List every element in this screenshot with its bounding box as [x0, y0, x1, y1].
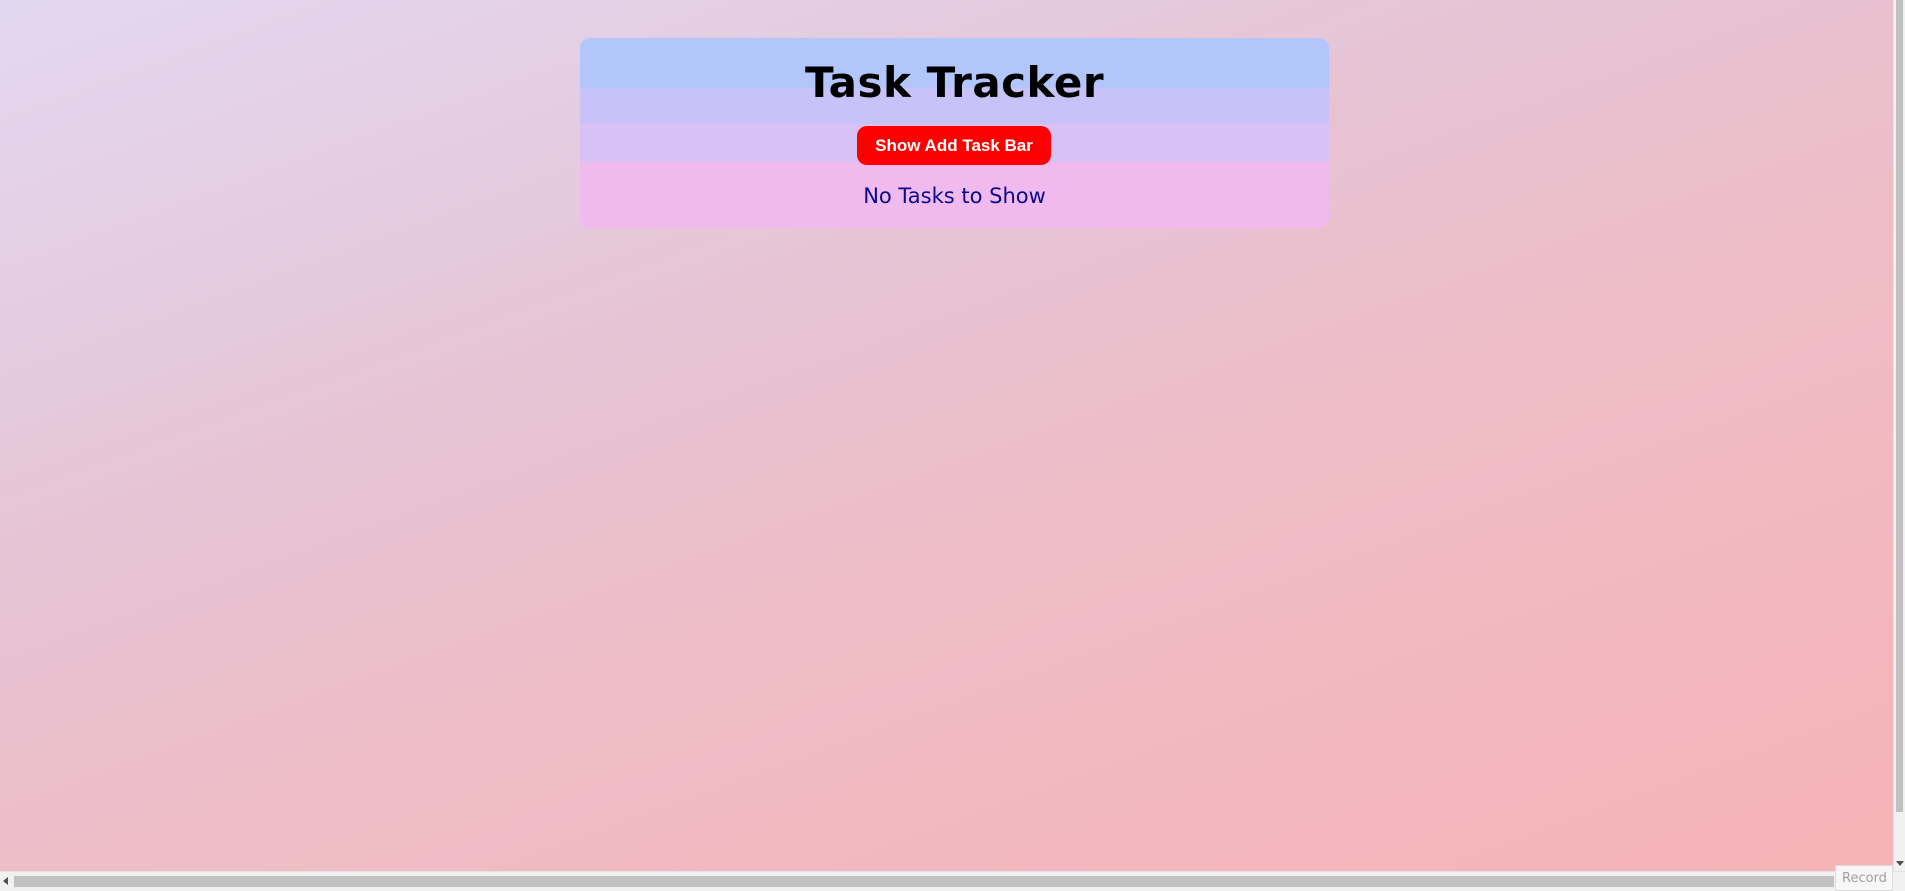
scroll-down-arrow-icon[interactable]: [1896, 861, 1904, 866]
horizontal-scrollbar-thumb[interactable]: [14, 876, 1834, 887]
horizontal-scrollbar[interactable]: [0, 871, 1905, 891]
page-title: Task Tracker: [804, 58, 1105, 107]
empty-tasks-message: No Tasks to Show: [863, 184, 1046, 208]
task-tracker-card: Task Tracker Show Add Task Bar No Tasks …: [580, 38, 1329, 228]
vertical-scrollbar-thumb[interactable]: [1896, 0, 1903, 812]
vertical-scrollbar[interactable]: [1893, 0, 1905, 872]
record-button[interactable]: Record: [1835, 865, 1893, 891]
scroll-left-arrow-icon[interactable]: [3, 877, 8, 885]
show-add-task-bar-button[interactable]: Show Add Task Bar: [857, 126, 1051, 165]
